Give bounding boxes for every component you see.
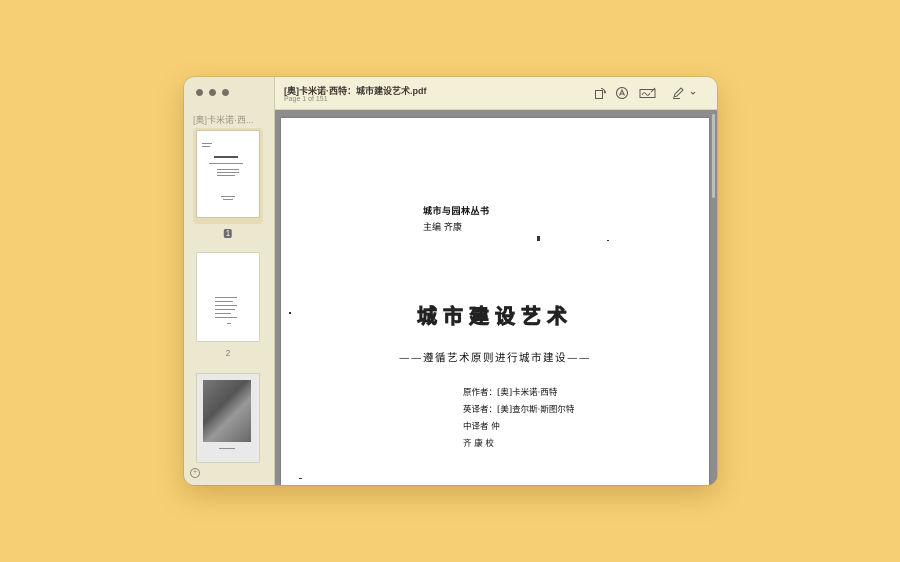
chief-editor: 主编 齐康 [423,223,462,233]
scan-speck [607,240,609,241]
thumbnail-page-1[interactable] [193,128,263,224]
zoom-button[interactable] [222,89,229,96]
series-name: 城市与园林丛书 [423,207,490,217]
close-button[interactable] [196,89,203,96]
signature-icon[interactable] [639,86,657,100]
thumbnail-page-3[interactable] [197,374,259,462]
pdf-page: 城市与园林丛书 主编 齐康 城市建设艺术 ——遵循艺术原则进行城市建设—— 原作… [281,118,709,485]
minimize-button[interactable] [209,89,216,96]
scan-speck [299,478,302,479]
vertical-scrollbar[interactable] [712,114,715,198]
book-title: 城市建设艺术 [417,304,573,329]
sidebar-title: [奥]卡米诺·西... [193,115,254,125]
document-view[interactable]: 城市与园林丛书 主编 齐康 城市建设艺术 ——遵循艺术原则进行城市建设—— 原作… [275,110,717,485]
toolbar: [奥]卡米诺·西特：城市建设艺术.pdf Page 1 of 151 [275,77,717,110]
page-number-1: 1 [223,229,233,238]
credit-author: 原作者：[奥]卡米诺·西特 [463,388,558,398]
window-controls [196,89,229,96]
page-number-2: 2 [225,349,231,358]
credit-chinese-translator: 中译者 仲 [463,422,500,432]
page-count: Page 1 of 151 [284,96,328,103]
credit-proofreader: 齐 康 校 [463,439,494,449]
chevron-down-icon[interactable] [689,86,697,100]
markup-icon[interactable] [615,86,629,100]
book-subtitle: ——遵循艺术原则进行城市建设—— [399,352,591,364]
scan-speck [289,312,291,314]
thumbnail-image [197,131,259,217]
preview-window: [奥]卡米诺·西... 1 2 + [奥]卡米诺·西特：城市建设艺术.pdf P… [184,77,717,485]
credit-english-translator: 英译者：[美]查尔斯·斯图尔特 [463,405,575,415]
add-page-icon[interactable]: + [190,468,200,478]
scan-speck [537,236,540,241]
highlight-pen-icon[interactable] [671,86,685,100]
thumbnail-sidebar: [奥]卡米诺·西... 1 2 + [184,77,275,485]
rotate-icon[interactable] [593,86,607,100]
thumbnail-portrait [203,380,251,442]
thumbnail-page-2[interactable] [197,253,259,341]
